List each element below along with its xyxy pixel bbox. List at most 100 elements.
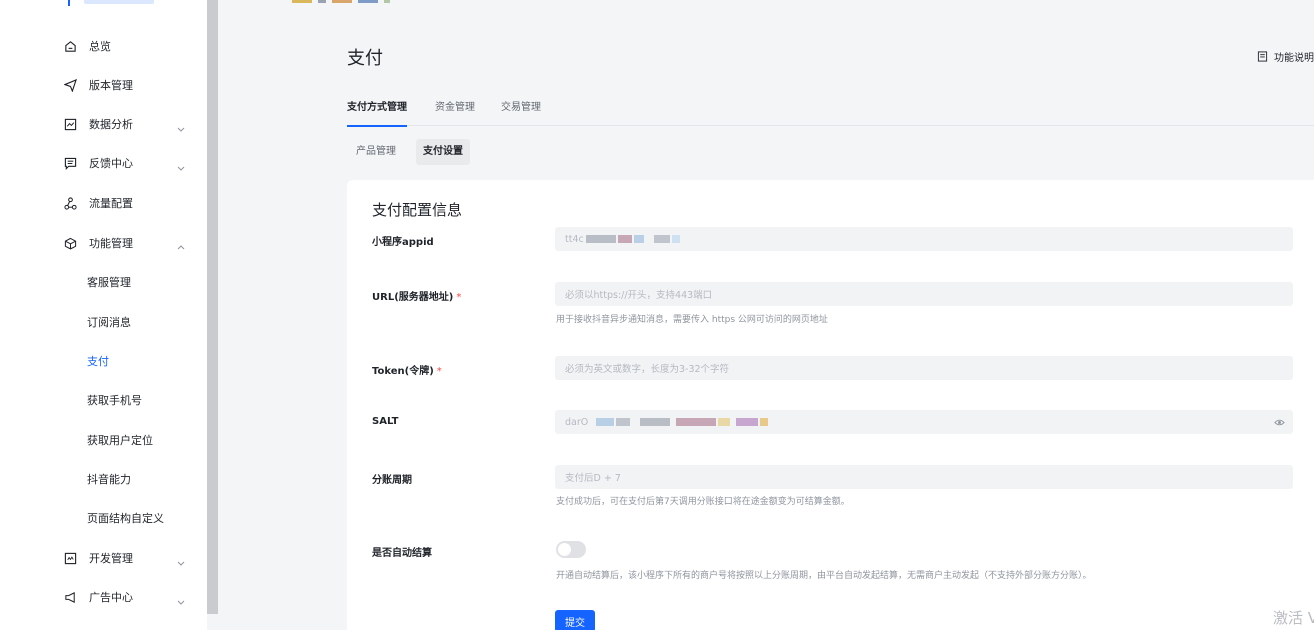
sidebar-item-analytics[interactable]: 数据分析 <box>0 106 207 142</box>
token-field[interactable]: 必须为英文或数字，长度为3-32个字符 <box>555 356 1293 380</box>
chart-icon <box>63 117 77 131</box>
sidebar-item-label: 功能管理 <box>89 237 133 250</box>
chevron-down-icon <box>176 158 186 171</box>
sidebar-subitem-location[interactable]: 获取用户定位 <box>0 422 207 458</box>
megaphone-icon <box>63 590 77 604</box>
sidebar-subitem-customer-service[interactable]: 客服管理 <box>0 264 207 300</box>
cube-icon <box>63 236 77 250</box>
sidebar-item-label: 流量配置 <box>89 197 133 210</box>
sidebar-item-traffic[interactable]: 流量配置 <box>0 185 207 221</box>
logo-accent <box>68 0 70 6</box>
card-title: 支付配置信息 <box>372 201 463 219</box>
token-label-text: Token(令牌) <box>372 366 434 377</box>
header-image-block <box>292 0 312 3</box>
header-image-block <box>358 0 378 3</box>
app-logo <box>84 0 154 4</box>
auto-settle-label: 是否自动结算 <box>372 548 432 559</box>
tab-funds[interactable]: 资金管理 <box>435 98 475 126</box>
sidebar-subitem-payment[interactable]: 支付 <box>0 343 207 379</box>
appid-field[interactable]: tt4c <box>555 227 1293 251</box>
salt-label: SALT <box>372 416 399 427</box>
sidebar-item-label: 版本管理 <box>89 79 133 92</box>
chevron-down-icon <box>176 553 186 566</box>
redacted-text <box>617 235 632 243</box>
auto-settle-toggle[interactable] <box>556 541 586 558</box>
period-help: 支付成功后，可在支付后第7天调用分账接口将在途金额变为可结算金额。 <box>556 497 850 507</box>
chevron-up-icon <box>176 238 186 250</box>
redacted-text <box>640 418 671 426</box>
sidebar-subitem-label: 获取用户定位 <box>87 434 153 447</box>
help-link[interactable]: 功能说明 <box>1257 49 1314 64</box>
sidebar-item-dev[interactable]: 开发管理 <box>0 540 207 576</box>
token-label: Token(令牌) * <box>372 362 442 377</box>
url-placeholder: 必须以https://开头，支持443端口 <box>565 290 713 301</box>
redacted-text <box>616 418 631 426</box>
sidebar-subitem-douyin[interactable]: 抖音能力 <box>0 461 207 497</box>
help-link-label: 功能说明 <box>1274 53 1314 64</box>
sidebar-subitem-label: 抖音能力 <box>87 473 131 486</box>
redacted-text <box>676 418 717 426</box>
document-icon <box>1257 51 1268 62</box>
required-mark: * <box>436 366 442 377</box>
required-mark: * <box>456 292 462 303</box>
share-icon <box>63 196 77 210</box>
tab-bar: 支付方式管理 资金管理 交易管理 <box>347 98 1314 127</box>
salt-value: darO <box>565 416 589 428</box>
auto-settle-help: 开通自动结算后，该小程序下所有的商户号将按照以上分账周期，由平台自动发起结算，无… <box>556 571 1092 581</box>
sidebar-item-label: 开发管理 <box>89 552 133 565</box>
tab-payment-methods[interactable]: 支付方式管理 <box>347 98 407 127</box>
period-value: 支付后D + 7 <box>565 473 621 484</box>
sidebar-scrollbar[interactable] <box>207 0 218 614</box>
eye-icon[interactable] <box>1274 417 1285 428</box>
salt-field[interactable]: darO <box>555 410 1293 434</box>
url-help: 用于接收抖音异步通知消息，需要传入 https 公网可访问的网页地址 <box>556 315 828 325</box>
sidebar-subitem-label: 获取手机号 <box>87 394 142 407</box>
sidebar-subitem-subscription[interactable]: 订阅消息 <box>0 304 207 340</box>
code-icon <box>63 551 77 565</box>
message-icon <box>63 156 77 170</box>
chevron-down-icon <box>176 119 186 132</box>
home-icon <box>63 39 77 53</box>
appid-value: tt4c <box>565 233 584 245</box>
sidebar-subitem-label: 页面结构自定义 <box>87 512 164 525</box>
sidebar-item-label: 总览 <box>89 40 111 53</box>
sidebar-item-features[interactable]: 功能管理 <box>0 225 207 261</box>
activation-watermark: 激活 V <box>1273 609 1314 627</box>
sidebar-item-feedback[interactable]: 反馈中心 <box>0 145 207 181</box>
sidebar-item-label: 反馈中心 <box>89 157 133 170</box>
send-icon <box>63 78 77 92</box>
header-image-block <box>318 0 326 3</box>
url-field[interactable]: 必须以https://开头，支持443端口 <box>555 282 1293 306</box>
page-title: 支付 <box>347 48 383 69</box>
redacted-text <box>585 235 616 243</box>
redacted-text <box>736 418 759 426</box>
sidebar-item-overview[interactable]: 总览 <box>0 28 207 64</box>
header-image-block <box>332 0 352 3</box>
header-image-strip <box>292 0 432 3</box>
redacted-text <box>671 235 680 243</box>
header-image-block <box>384 0 390 3</box>
appid-label: 小程序appid <box>372 237 434 248</box>
redacted-text <box>760 418 769 426</box>
subtab-products[interactable]: 产品管理 <box>349 139 403 165</box>
redacted-text <box>653 235 670 243</box>
token-placeholder: 必须为英文或数字，长度为3-32个字符 <box>565 364 730 375</box>
sidebar-item-versions[interactable]: 版本管理 <box>0 67 207 103</box>
sidebar-item-ads[interactable]: 广告中心 <box>0 579 207 615</box>
sidebar-item-label: 广告中心 <box>89 591 133 604</box>
redacted-text <box>633 235 644 243</box>
subtab-payment-settings[interactable]: 支付设置 <box>416 139 470 165</box>
url-label: URL(服务器地址) * <box>372 288 461 303</box>
sidebar: 总览 版本管理 数据分析 反馈中心 流量配置 功能管理 客服管理 订阅消息 支付… <box>0 0 207 630</box>
chevron-down-icon <box>176 592 186 605</box>
sidebar-subitem-label: 订阅消息 <box>87 316 131 329</box>
redacted-text <box>596 418 615 426</box>
sidebar-subitem-page-structure[interactable]: 页面结构自定义 <box>0 500 207 536</box>
period-field: 支付后D + 7 <box>555 465 1293 489</box>
submit-button[interactable]: 提交 <box>555 610 595 630</box>
redacted-text <box>718 418 731 426</box>
tab-transactions[interactable]: 交易管理 <box>501 98 541 126</box>
sidebar-subitem-phone[interactable]: 获取手机号 <box>0 382 207 418</box>
sidebar-subitem-label: 支付 <box>87 355 109 368</box>
sidebar-item-label: 数据分析 <box>89 118 133 131</box>
